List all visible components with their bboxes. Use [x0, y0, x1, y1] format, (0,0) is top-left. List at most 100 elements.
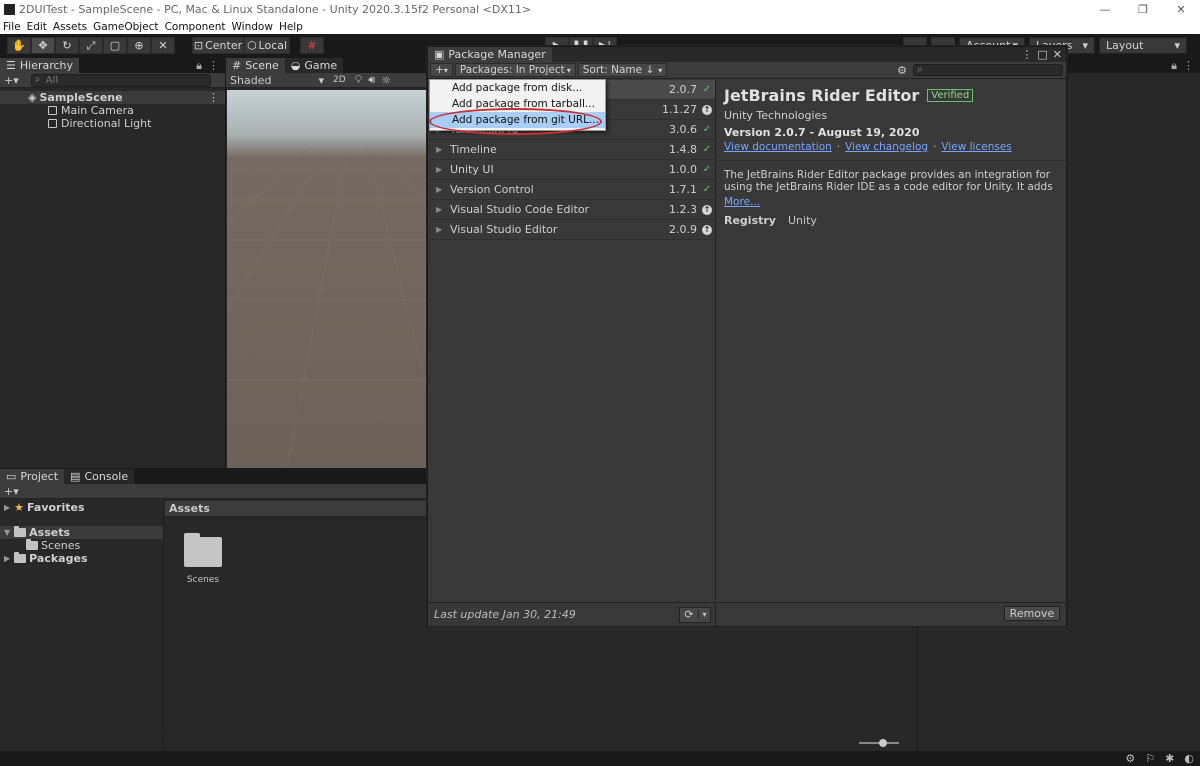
- shading-dropdown[interactable]: Shaded ▾: [230, 74, 324, 87]
- restore-icon[interactable]: ❐: [1124, 0, 1162, 19]
- menu-edit[interactable]: Edit: [27, 21, 47, 33]
- menu-component[interactable]: Component: [165, 21, 226, 33]
- sort-dropdown[interactable]: Sort: Name ↓ ▾: [577, 63, 668, 77]
- last-update-text: Last update Jan 30, 21:49: [434, 608, 576, 621]
- hand-tool-icon[interactable]: ✋: [7, 37, 31, 54]
- packages-filter-label: Packages: In Project: [459, 64, 565, 76]
- menu-bar: File Edit Assets GameObject Component Wi…: [0, 19, 1200, 34]
- scenes-row[interactable]: Scenes: [0, 539, 163, 552]
- package-row[interactable]: ▶ Timeline 1.4.8 ✓: [428, 140, 715, 160]
- package-row[interactable]: ▶ Visual Studio Editor 2.0.9 ↑: [428, 220, 715, 240]
- view-changelog-link[interactable]: View changelog: [845, 141, 928, 153]
- folder-tile[interactable]: Scenes: [183, 533, 223, 585]
- rect-tool-icon[interactable]: ▢: [103, 37, 127, 54]
- menu-assets[interactable]: Assets: [53, 21, 87, 33]
- more-options-icon[interactable]: ⋮: [1021, 48, 1032, 61]
- chevron-right-icon[interactable]: ▶: [436, 165, 444, 174]
- view-licenses-link[interactable]: View licenses: [941, 141, 1011, 153]
- breadcrumb-assets[interactable]: Assets: [169, 502, 210, 515]
- layout-dropdown[interactable]: Layout ▾: [1099, 37, 1187, 54]
- packages-filter-dropdown[interactable]: Packages: In Project ▾: [454, 63, 576, 77]
- zoom-slider[interactable]: [859, 739, 899, 747]
- lock-icon[interactable]: 🔒︎: [1171, 59, 1177, 73]
- package-author: Unity Technologies: [724, 109, 828, 122]
- package-details: JetBrains Rider Editor Verified Unity Te…: [717, 80, 1066, 600]
- remove-button[interactable]: Remove: [1004, 606, 1060, 621]
- menu-gameobject[interactable]: GameObject: [93, 21, 158, 33]
- tab-game[interactable]: ◒ Game: [284, 58, 344, 73]
- custom-tool-icon[interactable]: ✕: [151, 37, 175, 54]
- bug-icon[interactable]: ✱: [1165, 752, 1174, 765]
- scale-tool-icon[interactable]: ⤢: [79, 37, 103, 54]
- add-asset-button[interactable]: +▾: [4, 485, 19, 498]
- chevron-down-icon[interactable]: ▾: [698, 610, 710, 619]
- add-object-button[interactable]: +▾: [4, 74, 19, 87]
- hierarchy-search-input[interactable]: All: [30, 73, 211, 87]
- grid-snap-icon[interactable]: #: [300, 37, 324, 54]
- chevron-down-icon: ▼: [4, 528, 11, 537]
- more-options-icon[interactable]: ⋮: [1183, 59, 1194, 72]
- package-version: 1.2.3: [669, 203, 697, 216]
- mode-2d-button[interactable]: 2D: [330, 75, 349, 85]
- tab-scene-label: Scene: [245, 59, 279, 72]
- assets-row[interactable]: ▼ Assets: [0, 526, 163, 539]
- tab-project[interactable]: ▭ Project: [0, 469, 65, 484]
- zoom-slider-handle[interactable]: [879, 739, 887, 747]
- cache-icon[interactable]: ◐: [1184, 752, 1194, 765]
- lighting-icon[interactable]: 💡︎: [355, 73, 363, 87]
- refresh-icon[interactable]: ⟳: [680, 608, 698, 621]
- list-item[interactable]: Main Camera: [0, 104, 225, 117]
- debug-icon[interactable]: ⚐: [1145, 752, 1155, 765]
- effects-icon[interactable]: ☼: [381, 74, 391, 87]
- annotation-highlight-ellipse: [429, 108, 602, 135]
- folder-icon: [14, 552, 27, 563]
- list-item[interactable]: Directional Light: [0, 117, 225, 130]
- chevron-right-icon: ▶: [4, 503, 11, 512]
- chevron-right-icon[interactable]: ▶: [436, 225, 444, 234]
- close-icon[interactable]: ✕: [1053, 48, 1062, 61]
- lock-icon[interactable]: 🔒︎: [196, 59, 202, 73]
- menu-window[interactable]: Window: [232, 21, 273, 33]
- tab-hierarchy[interactable]: ☰ Hierarchy: [0, 58, 80, 73]
- audio-icon[interactable]: 🔊︎: [368, 73, 375, 87]
- settings-gear-icon[interactable]: ⚙: [897, 64, 907, 77]
- menu-file[interactable]: File: [3, 21, 21, 33]
- pivot-local-button[interactable]: ⬡ Local: [244, 37, 290, 54]
- list-footer: Last update Jan 30, 21:49 ⟳ ▾: [428, 602, 716, 626]
- menu-help[interactable]: Help: [279, 21, 303, 33]
- view-documentation-link[interactable]: View documentation: [724, 141, 832, 153]
- add-package-button[interactable]: + ▾: [430, 63, 453, 77]
- tab-scene[interactable]: # Scene: [226, 58, 285, 73]
- progress-icon[interactable]: ⚙: [1125, 752, 1135, 765]
- favorites-row[interactable]: ▶ ★ Favorites: [0, 501, 163, 514]
- more-link[interactable]: More...: [724, 196, 1066, 208]
- chevron-right-icon[interactable]: ▶: [436, 205, 444, 214]
- menu-item-add-from-disk[interactable]: Add package from disk...: [430, 80, 605, 96]
- close-icon[interactable]: ✕: [1162, 0, 1200, 19]
- package-row[interactable]: ▶ Version Control 1.7.1 ✓: [428, 180, 715, 200]
- packages-row[interactable]: ▶ Packages: [0, 552, 163, 565]
- project-tree: ▶ ★ Favorites ▼ Assets Scenes ▶ Packages: [0, 501, 164, 751]
- chevron-right-icon[interactable]: ▶: [436, 185, 444, 194]
- rotate-tool-icon[interactable]: ↻: [55, 37, 79, 54]
- package-search-input[interactable]: [913, 64, 1063, 76]
- scene-viewport[interactable]: [227, 90, 427, 468]
- chevron-right-icon[interactable]: ▶: [436, 145, 444, 154]
- minimize-icon[interactable]: —: [1086, 0, 1124, 19]
- scene-menu-icon[interactable]: ⋮: [208, 91, 219, 104]
- more-options-icon[interactable]: ⋮: [208, 59, 219, 72]
- package-row[interactable]: ▶ Unity UI 1.0.0 ✓: [428, 160, 715, 180]
- scene-grid-icon: #: [232, 59, 242, 72]
- maximize-icon[interactable]: □: [1037, 48, 1047, 61]
- pivot-center-button[interactable]: ⊡ Center: [192, 37, 244, 54]
- tab-package-manager[interactable]: ▣ Package Manager: [428, 47, 552, 62]
- transform-tool-icon[interactable]: ⊕: [127, 37, 151, 54]
- update-available-icon: ↑: [702, 205, 712, 215]
- tab-console[interactable]: ▤ Console: [64, 469, 135, 484]
- package-row[interactable]: ▶ Visual Studio Code Editor 1.2.3 ↑: [428, 200, 715, 220]
- chevron-down-icon: ▾: [443, 65, 448, 75]
- tab-console-label: Console: [84, 470, 129, 483]
- scene-row[interactable]: ◈ SampleScene ⋮: [0, 91, 225, 104]
- move-tool-icon[interactable]: ✥: [31, 37, 55, 54]
- package-name: Visual Studio Editor: [450, 223, 558, 236]
